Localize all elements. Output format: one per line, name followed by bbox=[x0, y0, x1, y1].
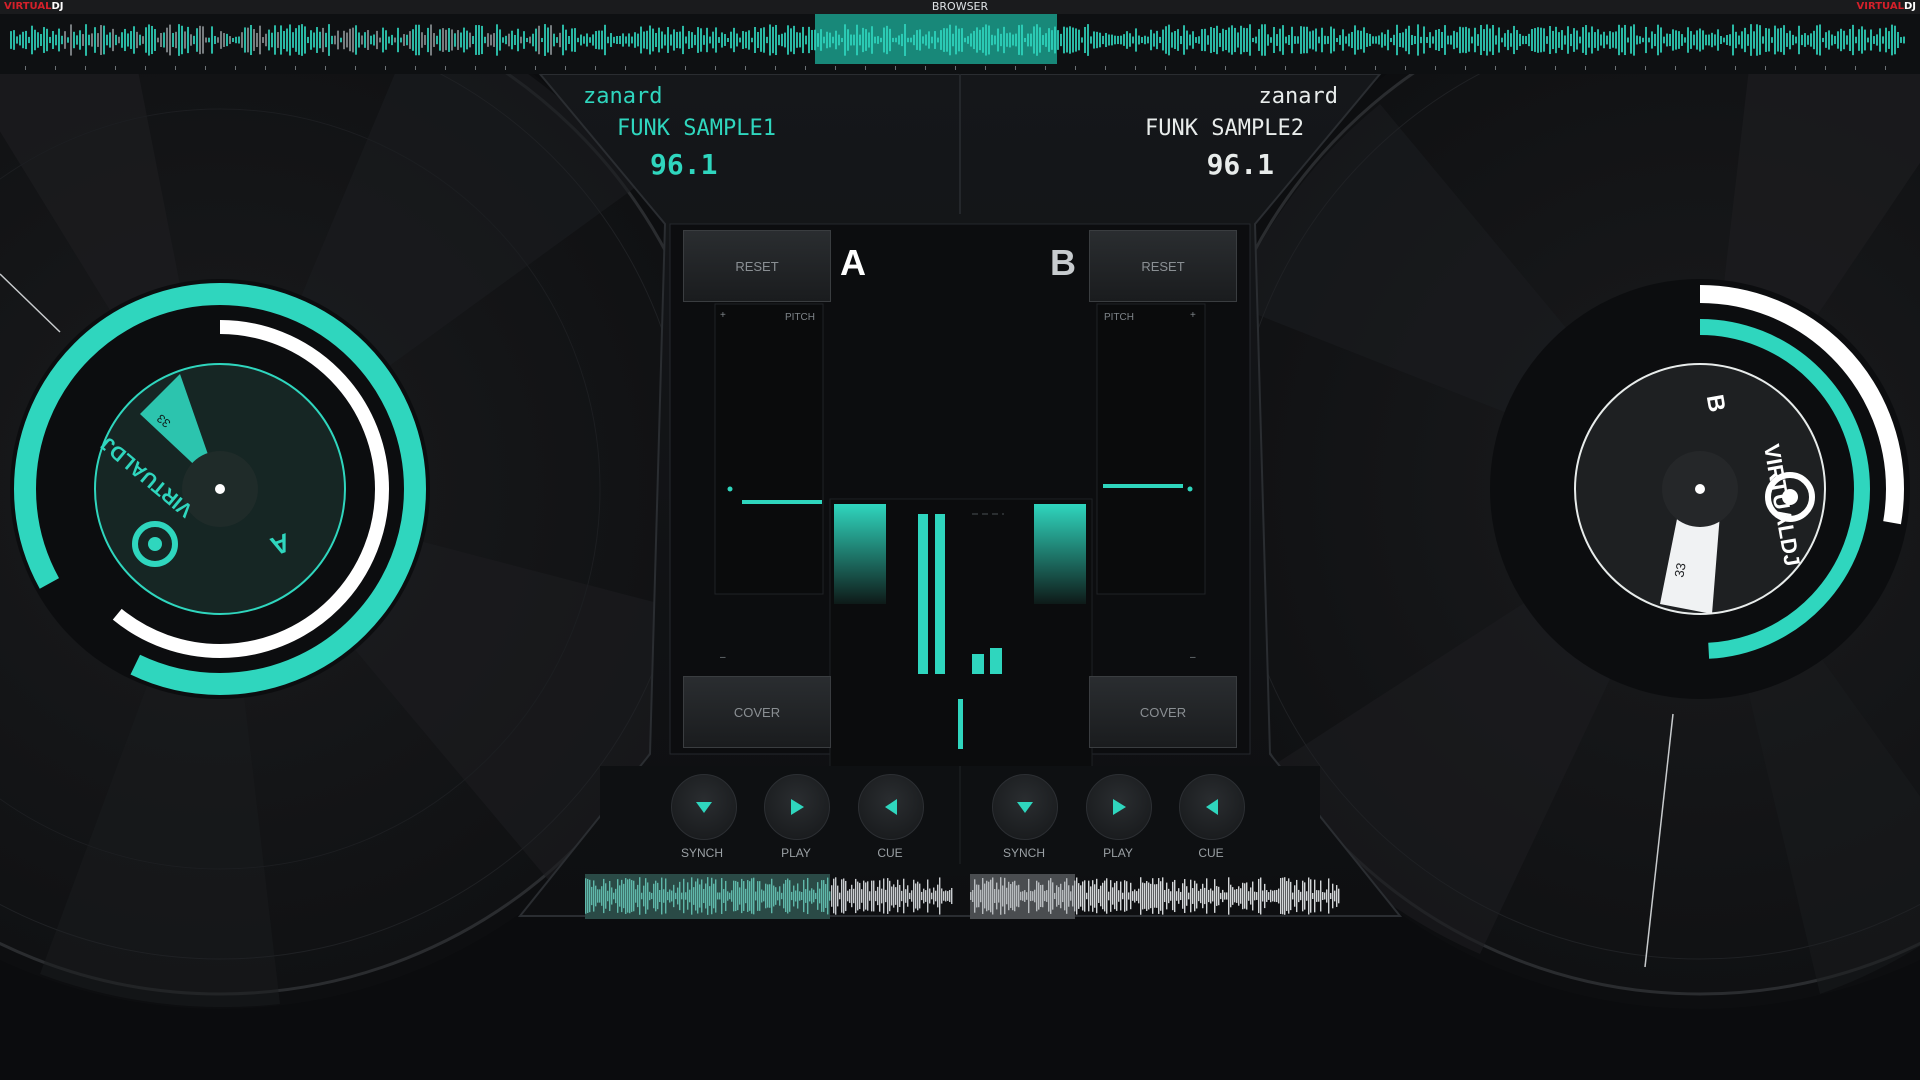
deck-b-pitch-minus: – bbox=[1190, 652, 1196, 663]
main-stage: VIRTUALDJ A 33 VIRTUALDJ B 33 zanard FUN… bbox=[0, 74, 1920, 1080]
brand-logo-right: VIRTUALDJ bbox=[1856, 1, 1917, 12]
deck-b-info: zanard bbox=[1259, 84, 1338, 109]
play-icon bbox=[791, 799, 804, 815]
deck-a-volume-meter[interactable] bbox=[834, 504, 886, 604]
deck-a-title-wrap: FUNK SAMPLE1 bbox=[617, 116, 776, 141]
triangle-left-icon bbox=[885, 799, 897, 815]
deck-a-cue-label: CUE bbox=[877, 846, 903, 860]
deck-b-rpm: 33 bbox=[1671, 562, 1688, 579]
deck-b-title: FUNK SAMPLE2 bbox=[1145, 116, 1304, 141]
deck-a-synch-button[interactable] bbox=[671, 774, 737, 840]
deck-a-pitch-plus: + bbox=[720, 310, 726, 321]
triangle-down-icon bbox=[1017, 802, 1033, 813]
triangle-down-icon bbox=[696, 802, 712, 813]
deck-a-info: zanard bbox=[583, 84, 662, 109]
triangle-left-icon bbox=[1206, 799, 1218, 815]
track-overview-waveform[interactable] bbox=[0, 14, 1920, 74]
crossfader[interactable] bbox=[958, 699, 963, 749]
deck-b-cue-button[interactable] bbox=[1179, 774, 1245, 840]
deck-a-pitch-label: PITCH bbox=[785, 312, 815, 323]
deck-a-artist: zanard bbox=[583, 84, 663, 109]
deck-b-cover-button[interactable]: COVER bbox=[1089, 676, 1237, 748]
deck-b-letter: B bbox=[1050, 242, 1076, 283]
deck-b-pitch-plus: + bbox=[1190, 310, 1196, 321]
deck-b-title-wrap: FUNK SAMPLE2 bbox=[1145, 116, 1304, 141]
deck-a-title: FUNK SAMPLE1 bbox=[617, 116, 776, 141]
deck-b-play-label: PLAY bbox=[1103, 846, 1133, 860]
deck-a-reset-button[interactable]: RESET bbox=[683, 230, 831, 302]
browser-tab[interactable]: BROWSER bbox=[0, 0, 1920, 14]
deck-b-pitch-track[interactable] bbox=[1096, 303, 1206, 595]
deck-a-cue-button[interactable] bbox=[858, 774, 924, 840]
deck-b-cue-label: CUE bbox=[1198, 846, 1224, 860]
deck-a-cover-button[interactable]: COVER bbox=[683, 676, 831, 748]
deck-a-letter: A bbox=[840, 242, 866, 283]
deck-a-play-label: PLAY bbox=[781, 846, 811, 860]
deck-a-synch-label: SYNCH bbox=[680, 846, 723, 860]
deck-a-bpm: 96.1 bbox=[650, 148, 718, 181]
play-icon bbox=[1113, 799, 1126, 815]
deck-a-bpm-wrap: 96.1 bbox=[650, 148, 717, 181]
top-bar: VIRTUALDJ BROWSER VIRTUALDJ bbox=[0, 0, 1920, 14]
deck-b-pitch-label: PITCH bbox=[1104, 312, 1134, 323]
deck-b-synch-label: SYNCH bbox=[1002, 846, 1045, 860]
deck-a-pitch-minus: – bbox=[720, 652, 726, 663]
deck-a-play-button[interactable] bbox=[764, 774, 830, 840]
deck-b-pitch-handle[interactable] bbox=[1103, 484, 1183, 488]
deck-b-reset-button[interactable]: RESET bbox=[1089, 230, 1237, 302]
overview-beat-ticks bbox=[25, 66, 1886, 70]
deck-b-artist: zanard bbox=[1258, 84, 1338, 109]
deck-a-pitch-handle[interactable] bbox=[742, 500, 822, 504]
deck-b-synch-button[interactable] bbox=[992, 774, 1058, 840]
deck-b-volume-meter[interactable] bbox=[1034, 504, 1086, 604]
deck-b-bpm-wrap: 96.1 bbox=[1207, 148, 1274, 181]
deck-b-bpm: 96.1 bbox=[1206, 148, 1274, 181]
deck-b-play-button[interactable] bbox=[1086, 774, 1152, 840]
deck-a-mini-waveform[interactable] bbox=[585, 874, 953, 919]
deck-a-pitch-track[interactable] bbox=[714, 303, 824, 595]
